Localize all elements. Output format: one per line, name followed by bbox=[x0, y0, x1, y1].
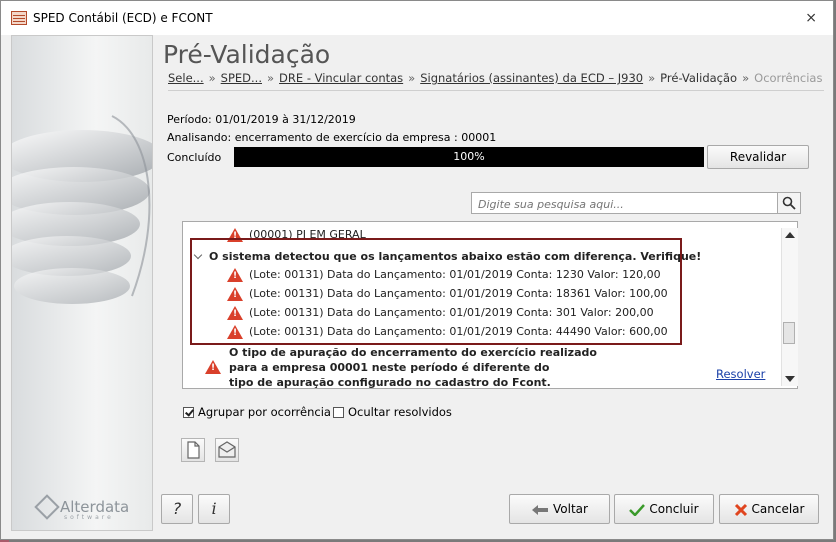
mail-button[interactable] bbox=[215, 438, 239, 462]
breadcrumb-item-selecao[interactable]: Sele... bbox=[168, 71, 204, 85]
ocultar-label: Ocultar resolvidos bbox=[348, 405, 452, 419]
breadcrumb-item-sped[interactable]: SPED... bbox=[221, 71, 262, 85]
search-button[interactable] bbox=[777, 193, 800, 213]
warning-icon-wrapper bbox=[205, 360, 227, 374]
breadcrumb-separator: » bbox=[267, 71, 275, 85]
info-button[interactable]: i bbox=[198, 494, 230, 524]
page-title: Pré-Validação bbox=[163, 40, 331, 69]
title-bar: SPED Contábil (ECD) e FCONT ⨯ bbox=[1, 1, 833, 35]
decorative-swirl-image bbox=[12, 115, 152, 304]
analyzing-text: Analisando: encerramento de exercício da… bbox=[167, 131, 497, 144]
breadcrumb-item-ocorrencias: Ocorrências bbox=[754, 71, 823, 85]
progress-label: Concluído bbox=[167, 151, 222, 164]
checkbox-checked-icon[interactable] bbox=[183, 406, 194, 418]
agrupar-label: Agrupar por ocorrência bbox=[198, 405, 331, 419]
progress-bar: 100% bbox=[234, 147, 704, 167]
concluir-label: Concluir bbox=[649, 502, 699, 516]
voltar-label: Voltar bbox=[553, 502, 588, 516]
dialog-window: SPED Contábil (ECD) e FCONT ⨯ Alterdata … bbox=[0, 0, 834, 540]
apuracao-line: O tipo de apuração do encerramento do ex… bbox=[229, 346, 597, 359]
voltar-button[interactable]: Voltar bbox=[509, 494, 610, 524]
check-icon bbox=[629, 503, 646, 517]
breadcrumb-separator: » bbox=[648, 71, 656, 85]
search-input[interactable] bbox=[476, 194, 780, 214]
scroll-up-arrow-icon[interactable] bbox=[785, 232, 795, 238]
warning-icon bbox=[205, 360, 221, 374]
progress-percent: 100% bbox=[453, 150, 485, 163]
period-text: Período: 01/01/2019 à 31/12/2019 bbox=[167, 113, 356, 126]
document-icon bbox=[187, 441, 200, 459]
back-arrow-icon bbox=[532, 504, 549, 515]
apuracao-line: tipo de apuração configurado no cadastro… bbox=[229, 376, 551, 389]
breadcrumb-item-signatarios[interactable]: Signatários (assinantes) da ECD – J930 bbox=[420, 71, 643, 85]
revalidar-button[interactable]: Revalidar bbox=[707, 145, 809, 169]
alterdata-logo-mark-icon bbox=[34, 494, 60, 520]
cancel-x-icon bbox=[734, 503, 747, 516]
list-scrollbar[interactable] bbox=[781, 228, 798, 386]
breadcrumb-separator: » bbox=[742, 71, 750, 85]
document-button[interactable] bbox=[181, 438, 205, 462]
scroll-thumb[interactable] bbox=[783, 322, 795, 344]
breadcrumb-separator: » bbox=[408, 71, 416, 85]
alterdata-logo: Alterdata software bbox=[34, 494, 129, 521]
agrupar-checkbox[interactable]: Agrupar por ocorrência bbox=[183, 405, 331, 419]
concluir-button[interactable]: Concluir bbox=[614, 494, 714, 524]
help-button[interactable]: ? bbox=[161, 494, 193, 524]
search-icon bbox=[782, 196, 796, 210]
checkbox-unchecked-icon[interactable] bbox=[333, 406, 344, 418]
breadcrumb-separator: » bbox=[208, 71, 216, 85]
side-banner: Alterdata software bbox=[11, 35, 153, 531]
resolver-link[interactable]: Resolver bbox=[716, 367, 765, 381]
breadcrumb: Sele... » SPED... » DRE - Vincular contas » Si… bbox=[168, 71, 822, 85]
breadcrumb-item-pre-validacao: Pré-Validação bbox=[660, 71, 738, 85]
apuracao-line: para a empresa 00001 neste período é dif… bbox=[229, 361, 550, 374]
search-box bbox=[471, 192, 801, 214]
main-content: Pré-Validação Sele... » SPED... » DRE - Vinc… bbox=[153, 35, 827, 531]
apuracao-message[interactable]: O tipo de apuração do encerramento do ex… bbox=[229, 345, 597, 389]
mail-icon bbox=[218, 441, 236, 458]
highlight-box bbox=[190, 238, 682, 345]
cancelar-button[interactable]: Cancelar bbox=[719, 494, 819, 524]
cancelar-label: Cancelar bbox=[751, 502, 805, 516]
scroll-down-arrow-icon[interactable] bbox=[785, 376, 795, 382]
spreadsheet-app-icon bbox=[11, 11, 27, 25]
close-icon[interactable]: ⨯ bbox=[805, 10, 817, 26]
logo-tagline: software bbox=[64, 514, 114, 521]
ocultar-checkbox[interactable]: Ocultar resolvidos bbox=[333, 405, 452, 419]
window-title: SPED Contábil (ECD) e FCONT bbox=[33, 11, 213, 25]
divider bbox=[168, 90, 824, 91]
breadcrumb-item-dre[interactable]: DRE - Vincular contas bbox=[279, 71, 403, 85]
